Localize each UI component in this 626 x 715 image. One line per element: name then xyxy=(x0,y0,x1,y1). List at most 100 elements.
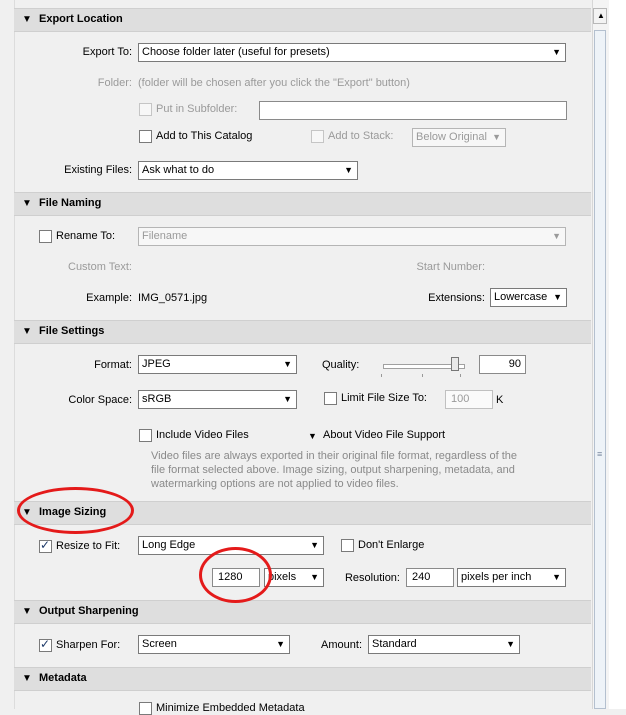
resize-to-fit-checkbox[interactable]: ✓ xyxy=(39,538,52,553)
disclosure-triangle-icon[interactable]: ▼ xyxy=(22,673,32,684)
export-to-select[interactable]: Choose folder later (useful for presets)… xyxy=(138,43,566,62)
section-header-output-sharpening[interactable]: ▼ Output Sharpening xyxy=(14,600,591,624)
sharpen-for-value: Screen xyxy=(142,638,177,650)
disclosure-triangle-icon[interactable]: ▼ xyxy=(22,326,32,337)
resize-mode-value: Long Edge xyxy=(142,539,196,551)
existing-files-select[interactable]: Ask what to do ▼ xyxy=(138,161,358,180)
section-title: File Settings xyxy=(39,325,105,337)
color-space-value: sRGB xyxy=(142,393,172,405)
left-edge xyxy=(0,0,14,709)
resolution-unit-value: pixels per inch xyxy=(461,571,532,583)
sharpen-for-select[interactable]: Screen ▼ xyxy=(138,635,290,654)
dropdown-arrow-icon: ▼ xyxy=(552,231,561,241)
resolution-input[interactable]: 240 xyxy=(406,568,454,587)
disclosure-triangle-icon[interactable]: ▼ xyxy=(22,14,32,25)
extensions-value: Lowercase xyxy=(494,291,548,303)
checkmark-icon: ✓ xyxy=(40,637,51,651)
format-label: Format: xyxy=(94,359,132,371)
rename-to-checkbox[interactable] xyxy=(39,230,52,243)
right-margin xyxy=(609,0,626,709)
section-header-file-settings[interactable]: ▼ File Settings xyxy=(14,320,591,344)
section-header-export-location[interactable]: ▼ Export Location xyxy=(14,8,591,32)
quality-value: 90 xyxy=(508,358,521,370)
limit-file-size-label: Limit File Size To: xyxy=(341,392,427,404)
dropdown-arrow-icon: ▼ xyxy=(310,572,319,582)
expand-triangle-icon[interactable]: ▼ xyxy=(308,431,317,441)
rename-template-value: Filename xyxy=(142,230,188,242)
scrollbar-grip-icon: ≡ xyxy=(597,449,603,459)
limit-file-size-input[interactable]: 100 xyxy=(445,390,493,409)
dropdown-arrow-icon: ▼ xyxy=(492,132,501,142)
export-dialog: ▼ Export Location Export To: Choose fold… xyxy=(0,0,626,715)
dont-enlarge-checkbox[interactable] xyxy=(341,539,354,552)
size-unit-value: pixels xyxy=(268,571,297,583)
limit-unit-label: K xyxy=(496,394,504,406)
amount-select[interactable]: Standard ▼ xyxy=(368,635,520,654)
example-label: Example: xyxy=(86,292,132,304)
disclosure-triangle-icon[interactable]: ▼ xyxy=(22,198,32,209)
folder-label: Folder: xyxy=(97,77,132,89)
rename-to-label: Rename To: xyxy=(56,230,116,242)
add-to-catalog-checkbox[interactable] xyxy=(139,130,152,143)
put-in-subfolder-label: Put in Subfolder: xyxy=(156,103,238,115)
dropdown-arrow-icon: ▼ xyxy=(552,47,561,57)
scroll-up-arrow-icon: ▲ xyxy=(597,11,605,20)
custom-text-label: Custom Text: xyxy=(68,261,132,273)
section-title: Output Sharpening xyxy=(39,605,139,617)
scrollbar-thumb[interactable] xyxy=(594,30,606,709)
quality-label: Quality: xyxy=(322,359,360,371)
folder-value: (folder will be chosen after you click t… xyxy=(138,77,410,89)
quality-input[interactable]: 90 xyxy=(479,355,526,374)
subfolder-input[interactable] xyxy=(259,101,567,120)
stack-position-select[interactable]: Below Original ▼ xyxy=(412,128,506,147)
add-to-stack-label: Add to Stack: xyxy=(328,130,394,142)
extensions-label: Extensions: xyxy=(428,292,485,304)
checkmark-icon: ✓ xyxy=(40,538,51,552)
scroll-up-button[interactable]: ▲ xyxy=(593,8,607,24)
dont-enlarge-label: Don't Enlarge xyxy=(358,539,425,551)
example-value: IMG_0571.jpg xyxy=(138,292,208,304)
limit-file-size-value: 100 xyxy=(451,393,470,405)
disclosure-triangle-icon[interactable]: ▼ xyxy=(22,606,32,617)
rename-template-select[interactable]: Filename ▼ xyxy=(138,227,566,246)
dropdown-arrow-icon: ▼ xyxy=(552,572,561,582)
start-number-label: Start Number: xyxy=(416,261,485,273)
color-space-select[interactable]: sRGB ▼ xyxy=(138,390,297,409)
format-select[interactable]: JPEG ▼ xyxy=(138,355,297,374)
limit-file-size-checkbox[interactable] xyxy=(324,392,337,405)
size-unit-select[interactable]: pixels ▼ xyxy=(264,568,324,587)
resolution-unit-select[interactable]: pixels per inch ▼ xyxy=(457,568,566,587)
put-in-subfolder-checkbox[interactable] xyxy=(139,103,152,116)
minimize-metadata-label: Minimize Embedded Metadata xyxy=(156,702,305,714)
color-space-label: Color Space: xyxy=(68,394,132,406)
sharpen-for-checkbox[interactable]: ✓ xyxy=(39,637,52,652)
annotation-circle-size-value xyxy=(199,547,272,603)
section-title: Export Location xyxy=(39,13,123,25)
include-video-label: Include Video Files xyxy=(156,429,249,441)
section-title: Metadata xyxy=(39,672,87,684)
add-to-stack-checkbox[interactable] xyxy=(311,130,324,143)
video-note: Video files are always exported in their… xyxy=(151,450,518,490)
quality-slider-thumb[interactable] xyxy=(451,357,459,371)
dropdown-arrow-icon: ▼ xyxy=(506,639,515,649)
stack-position-value: Below Original xyxy=(416,131,487,143)
resolution-label: Resolution: xyxy=(344,572,400,584)
dropdown-arrow-icon: ▼ xyxy=(310,540,319,550)
add-to-catalog-label: Add to This Catalog xyxy=(156,130,253,142)
sharpen-for-label: Sharpen For: xyxy=(56,639,121,651)
section-header-metadata[interactable]: ▼ Metadata xyxy=(14,667,591,691)
include-video-checkbox[interactable] xyxy=(139,429,152,442)
annotation-circle-image-sizing xyxy=(17,487,134,534)
dropdown-arrow-icon: ▼ xyxy=(283,394,292,404)
extensions-select[interactable]: Lowercase ▼ xyxy=(490,288,567,307)
dropdown-arrow-icon: ▼ xyxy=(553,292,562,302)
existing-files-value: Ask what to do xyxy=(142,164,215,176)
resolution-value: 240 xyxy=(412,571,431,583)
section-title: File Naming xyxy=(39,197,102,209)
about-video-link[interactable]: About Video File Support xyxy=(323,429,445,441)
resize-to-fit-label: Resize to Fit: xyxy=(56,540,121,552)
section-header-file-naming[interactable]: ▼ File Naming xyxy=(14,192,591,216)
quality-slider-ticks xyxy=(381,374,467,377)
amount-label: Amount: xyxy=(321,639,362,651)
amount-value: Standard xyxy=(372,638,417,650)
